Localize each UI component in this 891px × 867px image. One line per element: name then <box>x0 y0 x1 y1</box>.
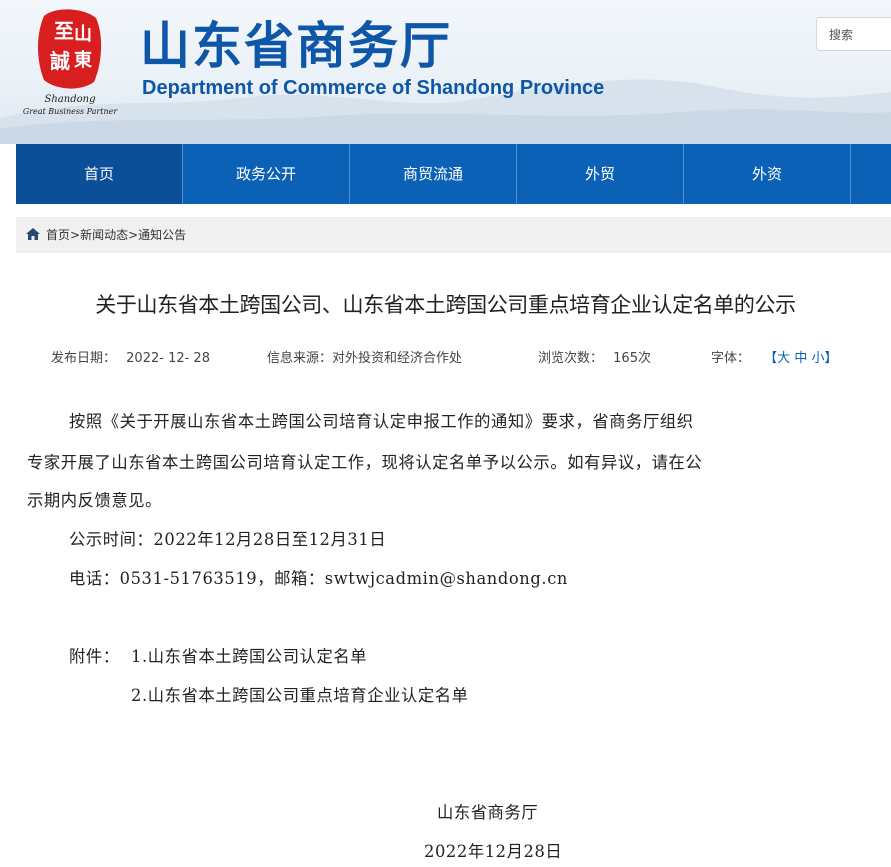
breadcrumb-separator: > <box>70 228 81 242</box>
info-source-label: 信息来源： <box>267 351 333 366</box>
nav-item-home[interactable]: 首页 <box>16 144 183 204</box>
breadcrumb-news[interactable]: 新闻动态 <box>80 228 128 242</box>
view-count: 浏览次数： 165次 <box>538 350 651 368</box>
publish-date-label: 发布日期： <box>51 351 117 366</box>
breadcrumb-separator: > <box>128 228 139 242</box>
site-title[interactable]: 山东省商务厅 <box>140 18 452 74</box>
paragraph-line-1: 按照《关于开展山东省本土跨国公司培育认定申报工作的通知》要求，省商务厅组织 <box>69 412 694 431</box>
logo-seal-icon: 至 山 誠 東 <box>38 9 102 89</box>
article-title: 关于山东省本土跨国公司、山东省本土跨国公司重点培育企业认定名单的公示 <box>95 293 796 317</box>
font-size-small-button[interactable]: 小 <box>811 351 824 366</box>
svg-text:東: 東 <box>74 49 92 71</box>
nav-item-foreign-trade[interactable]: 外贸 <box>517 144 684 204</box>
font-bracket-close: 】 <box>824 351 838 366</box>
view-count-value: 165次 <box>613 351 651 366</box>
notice-period: 公示时间：2022年12月28日至12月31日 <box>69 530 387 549</box>
font-bracket-open: 【 <box>764 351 778 366</box>
publish-date: 发布日期： 2022- 12- 28 <box>51 350 210 368</box>
home-icon <box>26 228 40 240</box>
font-size-label: 字体： <box>711 351 751 366</box>
svg-text:山: 山 <box>74 24 92 45</box>
attachment-link-1[interactable]: 1.山东省本土跨国公司认定名单 <box>131 646 367 668</box>
breadcrumb-notices[interactable]: 通知公告 <box>138 228 186 242</box>
view-count-label: 浏览次数： <box>538 351 604 366</box>
logo-brand-text: Shandong <box>44 94 96 105</box>
svg-text:誠: 誠 <box>50 49 70 73</box>
paragraph-line-3: 示期内反馈意见。 <box>27 491 163 510</box>
font-size-medium-button[interactable]: 中 <box>794 351 807 366</box>
main-nav: 首页 政务公开 商贸流通 外贸 外资 <box>16 144 891 204</box>
info-source: 信息来源：对外投资和经济合作处 <box>267 350 462 368</box>
attachment-link-2[interactable]: 2.山东省本土跨国公司重点培育企业认定名单 <box>131 685 468 707</box>
nav-item-overflow[interactable] <box>851 144 891 204</box>
publish-date-value: 2022- 12- 28 <box>126 351 210 366</box>
breadcrumb-home[interactable]: 首页 <box>46 228 70 242</box>
site-subtitle: Department of Commerce of Shandong Provi… <box>142 77 605 99</box>
font-size-large-button[interactable]: 大 <box>777 351 790 366</box>
svg-text:至: 至 <box>54 19 74 43</box>
info-source-value: 对外投资和经济合作处 <box>332 351 463 366</box>
signature-date: 2022年12月28日 <box>424 842 563 861</box>
contact-info: 电话：0531-51763519，邮箱：swtwjcadmin@shandong… <box>69 569 568 588</box>
paragraph-line-2: 专家开展了山东省本土跨国公司培育认定工作，现将认定名单予以公示。如有异议，请在公 <box>27 453 703 472</box>
attachments-label: 附件： <box>69 647 120 666</box>
breadcrumb: 首页>新闻动态>通知公告 <box>16 217 891 253</box>
search-input[interactable]: 搜索 <box>816 17 891 51</box>
shandong-logo[interactable]: 至 山 誠 東 Shandong Great Business Partner <box>14 2 126 120</box>
signature-org: 山东省商务厅 <box>437 803 539 822</box>
logo-tagline: Great Business Partner <box>22 107 118 116</box>
nav-item-government-affairs[interactable]: 政务公开 <box>183 144 350 204</box>
site-header: 至 山 誠 東 Shandong Great Business Partner … <box>0 0 891 144</box>
nav-item-foreign-investment[interactable]: 外资 <box>684 144 851 204</box>
nav-item-trade-circulation[interactable]: 商贸流通 <box>350 144 517 204</box>
font-size-control: 字体： 【大 中 小】 <box>711 350 838 368</box>
